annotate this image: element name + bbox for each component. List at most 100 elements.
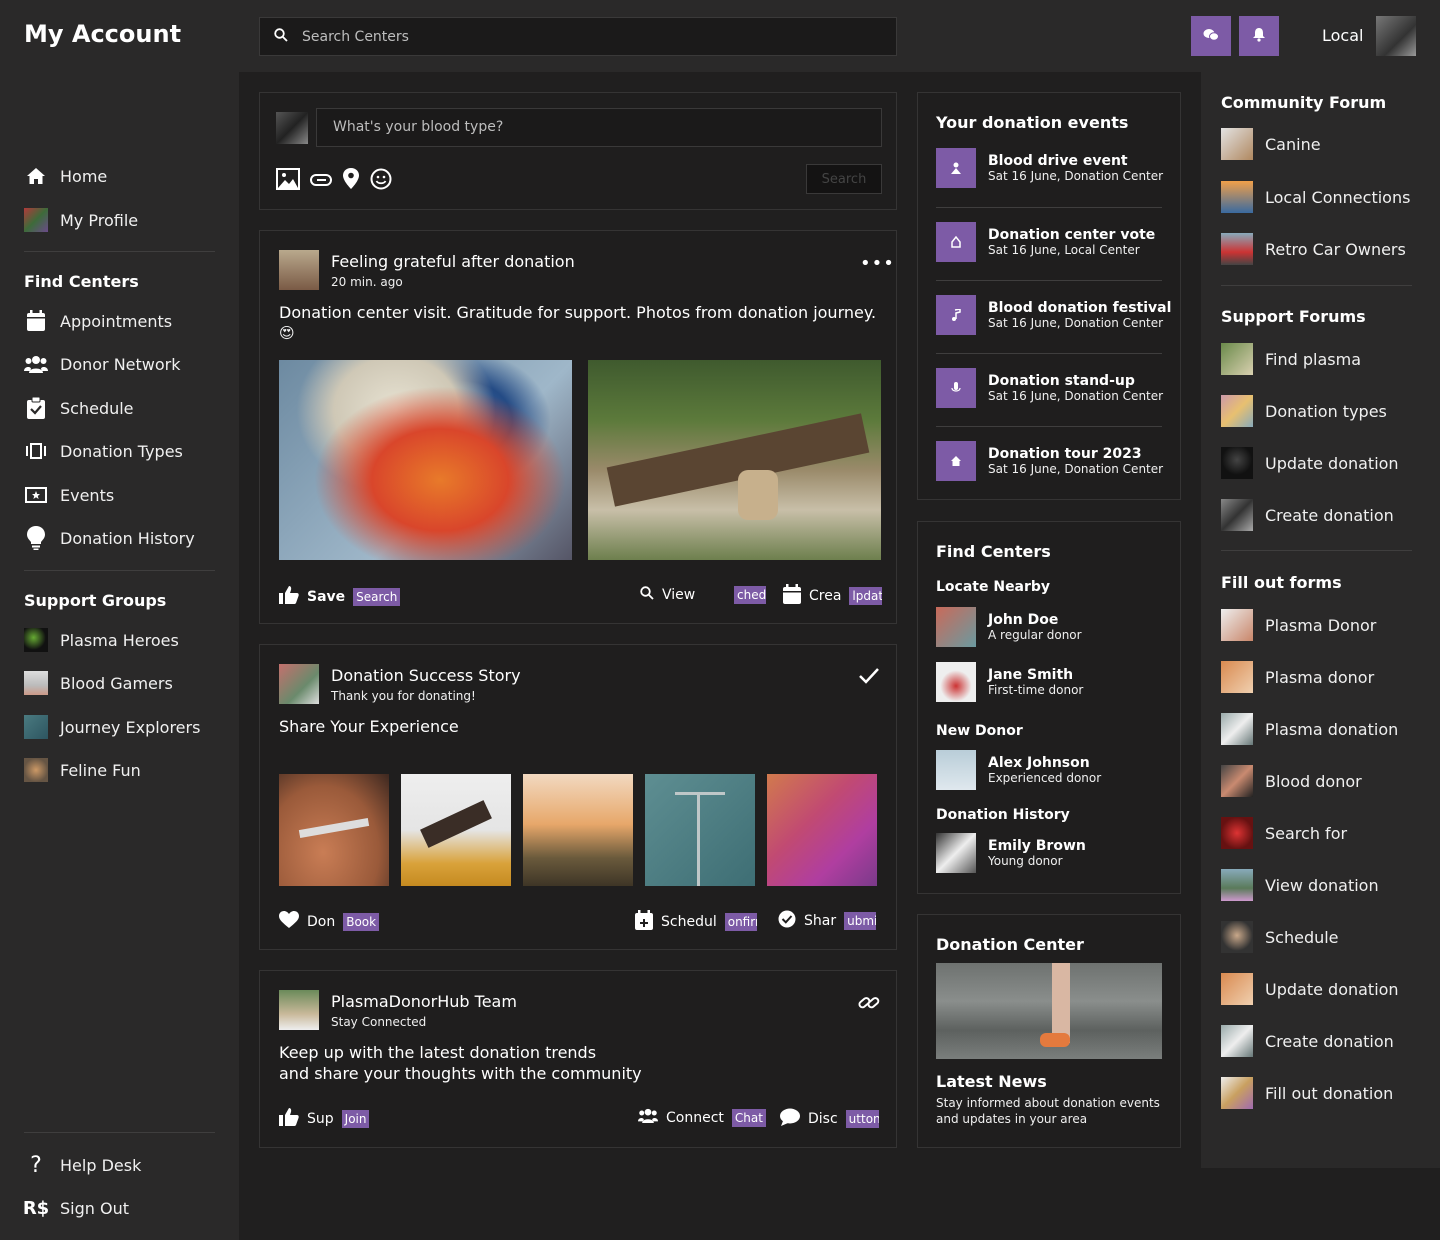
gallery-image-vial[interactable] (401, 774, 511, 886)
schedule-action[interactable]: Schedul onfirr (635, 910, 757, 934)
nav-schedule[interactable]: Schedule (24, 396, 134, 420)
forum-item[interactable]: Canine (1221, 128, 1321, 160)
form-item[interactable]: Search for (1221, 817, 1347, 849)
nav-donation-history[interactable]: Donation History (24, 526, 195, 550)
checkmark-icon[interactable] (858, 667, 880, 689)
nav-help-desk[interactable]: ? Help Desk (24, 1153, 141, 1178)
group-thumb (24, 671, 48, 695)
form-item[interactable]: View donation (1221, 869, 1379, 901)
form-item[interactable]: Create donation (1221, 1025, 1394, 1057)
form-item[interactable]: Plasma donor (1221, 661, 1374, 693)
forum-item[interactable]: Local Connections (1221, 181, 1410, 213)
gallery-image-syringe[interactable] (279, 774, 389, 886)
gallery-image-friends[interactable] (523, 774, 633, 886)
group-plasma-heroes[interactable]: Plasma Heroes (24, 628, 179, 652)
chat-button[interactable] (1191, 16, 1231, 56)
nav-my-profile[interactable]: My Profile (24, 208, 138, 232)
forum-item[interactable]: Create donation (1221, 499, 1394, 531)
schedule-tag-action[interactable]: chedu (734, 586, 766, 604)
action-tag[interactable]: Chat (731, 1108, 766, 1127)
donate-action[interactable]: Don Book (279, 911, 380, 933)
donation-center-image[interactable] (936, 963, 1162, 1059)
brand-title[interactable]: My Account (24, 20, 181, 48)
gallery-image-iv-stand[interactable] (645, 774, 755, 886)
search-bar[interactable]: Search Centers (259, 17, 897, 56)
attach-icon[interactable] (310, 172, 332, 191)
donor-item[interactable]: John Doe A regular donor (936, 607, 1082, 647)
action-tag[interactable]: Search (353, 588, 401, 606)
nav-donor-network[interactable]: Donor Network (24, 352, 181, 376)
connect-action[interactable]: Connect Chat (638, 1108, 766, 1127)
notifications-button[interactable] (1239, 16, 1279, 56)
discuss-action[interactable]: Disc utton (780, 1108, 879, 1130)
donor-item[interactable]: Jane Smith First-time donor (936, 662, 1083, 702)
group-label: Feline Fun (60, 760, 141, 780)
lightbulb-icon (24, 526, 48, 550)
form-item[interactable]: Fill out donation (1221, 1077, 1393, 1109)
event-date: Sat 16 June, Donation Center (988, 462, 1164, 476)
link-icon[interactable] (858, 993, 880, 1017)
location-icon[interactable] (342, 168, 360, 194)
action-tag[interactable]: onfirr (724, 913, 757, 931)
group-blood-gamers[interactable]: Blood Gamers (24, 671, 173, 695)
calendar-icon (24, 309, 48, 333)
form-item[interactable]: Plasma Donor (1221, 609, 1376, 641)
group-label: Journey Explorers (60, 717, 201, 737)
action-tag[interactable]: Join (341, 1110, 370, 1128)
action-label: Schedul (661, 914, 717, 930)
action-tag[interactable]: Book (343, 913, 380, 931)
news-line2: and updates in your area (936, 1112, 1088, 1126)
action-tag[interactable]: chedu (734, 586, 766, 604)
form-item[interactable]: Schedule (1221, 921, 1339, 953)
event-item[interactable]: Donation center vote Sat 16 June, Local C… (936, 222, 1155, 262)
image-icon[interactable] (276, 168, 300, 194)
action-tag[interactable]: utton (845, 1110, 879, 1128)
composer-search-button[interactable]: Search (806, 164, 882, 194)
form-label: View donation (1265, 875, 1379, 895)
emoji-icon[interactable] (370, 168, 392, 194)
latest-news-heading: Latest News (936, 1072, 1047, 1091)
more-options-icon[interactable]: ••• (860, 253, 895, 274)
gallery-image-hug[interactable] (767, 774, 877, 886)
event-item[interactable]: Donation stand-up Sat 16 June, Donation C… (936, 368, 1163, 408)
post-image-heart-model[interactable] (279, 360, 572, 560)
right-sidebar: Community Forum Canine Local Connections… (1201, 72, 1440, 1168)
view-action[interactable]: View (640, 586, 695, 604)
support-action[interactable]: Sup Join (279, 1108, 370, 1130)
nav-donor-network-label: Donor Network (60, 354, 181, 374)
share-action[interactable]: Shar ubmi (778, 910, 877, 932)
event-item[interactable]: Blood donation festival Sat 16 June, Dona… (936, 295, 1171, 335)
forum-item[interactable]: Retro Car Owners (1221, 233, 1406, 265)
form-item[interactable]: Update donation (1221, 973, 1399, 1005)
donor-type: Experienced donor (988, 771, 1102, 785)
event-item[interactable]: Donation tour 2023 Sat 16 June, Donation … (936, 441, 1163, 481)
post-image-tree[interactable] (588, 360, 881, 560)
form-item[interactable]: Blood donor (1221, 765, 1362, 797)
create-action[interactable]: Crea lpdat (783, 584, 883, 608)
nav-donation-types[interactable]: Donation Types (24, 439, 183, 463)
location-label[interactable]: Local (1322, 26, 1363, 45)
donor-name: John Doe (988, 612, 1059, 628)
save-action[interactable]: Save Search (279, 586, 401, 608)
nav-home[interactable]: Home (24, 164, 107, 188)
nav-sign-out[interactable]: R$ Sign Out (23, 1196, 129, 1220)
user-avatar[interactable] (1376, 16, 1416, 56)
search-input[interactable]: Search Centers (302, 29, 409, 45)
group-feline-fun[interactable]: Feline Fun (24, 758, 141, 782)
event-item[interactable]: Blood drive event Sat 16 June, Donation C… (936, 148, 1163, 188)
donor-item[interactable]: Emily Brown Young donor (936, 833, 1086, 873)
nav-appointments[interactable]: Appointments (24, 309, 172, 333)
composer-input[interactable]: What's your blood type? (316, 108, 882, 147)
action-tag[interactable]: ubmi (844, 912, 877, 930)
users-icon (24, 352, 48, 376)
nav-events[interactable]: Events (24, 483, 114, 507)
event-date: Sat 16 June, Donation Center (988, 169, 1164, 183)
group-journey-explorers[interactable]: Journey Explorers (24, 715, 200, 739)
action-tag[interactable]: lpdat (849, 587, 883, 605)
forum-item[interactable]: Update donation (1221, 447, 1399, 479)
form-item[interactable]: Plasma donation (1221, 713, 1398, 745)
donor-item[interactable]: Alex Johnson Experienced donor (936, 750, 1101, 790)
forum-item[interactable]: Find plasma (1221, 343, 1361, 375)
forum-item[interactable]: Donation types (1221, 395, 1387, 427)
speech-bubble-icon (780, 1108, 800, 1130)
